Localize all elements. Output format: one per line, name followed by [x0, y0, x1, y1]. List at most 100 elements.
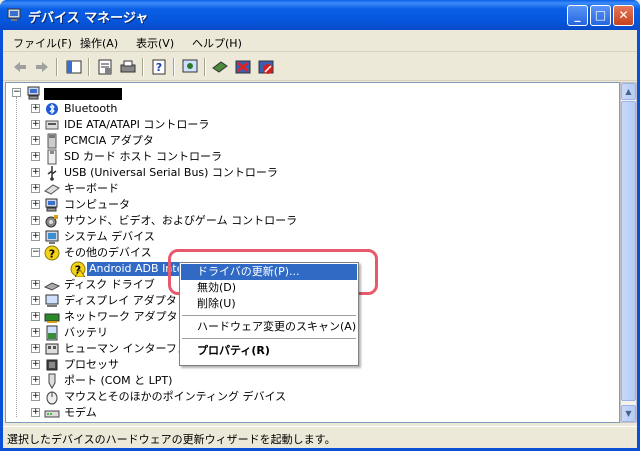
- expand-toggle[interactable]: +: [31, 360, 40, 369]
- tree-item-label: プロセッサ: [64, 358, 119, 371]
- sd-card-icon: [47, 149, 57, 165]
- battery-icon: [46, 325, 58, 341]
- tree-category-item[interactable]: + システム デバイス: [6, 229, 606, 245]
- bluetooth-icon: [46, 103, 58, 115]
- device-manager-window: デバイス マネージャ _ □ ✕ ファイル(F) 操作(A) 表示(V) ヘルプ…: [0, 0, 640, 451]
- tree-category-item[interactable]: + コンピュータ: [6, 197, 606, 213]
- menu-file[interactable]: ファイル(F): [13, 35, 72, 51]
- tree-category-item[interactable]: + ポート (COM と LPT): [6, 373, 606, 389]
- ctx-properties[interactable]: プロパティ(R): [181, 343, 357, 359]
- tree-category-item[interactable]: + キーボード: [6, 181, 606, 197]
- tree-item-label: コンピュータ: [64, 198, 130, 211]
- computer-icon: [27, 86, 40, 100]
- tree-item-label: PCMCIA アダプタ: [64, 134, 154, 147]
- menu-view[interactable]: 表示(V): [136, 35, 174, 51]
- minimize-button[interactable]: _: [567, 5, 588, 26]
- tree-item-label: モデム: [64, 406, 97, 419]
- tree-item-label: キーボード: [64, 182, 119, 195]
- tree-item-label: ネットワーク アダプタ: [64, 310, 178, 323]
- ctx-separator: [182, 338, 356, 339]
- tree-item-label: バッテリ: [64, 326, 108, 339]
- close-button[interactable]: ✕: [613, 5, 634, 26]
- pcmcia-icon: [47, 133, 57, 149]
- tree-item-label: ポート (COM と LPT): [64, 374, 173, 387]
- tree-category-item[interactable]: + USB (Universal Serial Bus) コントローラ: [6, 165, 606, 181]
- vertical-scrollbar[interactable]: ▲ ▼: [620, 82, 637, 423]
- disk-drive-icon: [44, 282, 60, 291]
- expand-toggle[interactable]: +: [31, 184, 40, 193]
- expand-toggle[interactable]: +: [31, 232, 40, 241]
- hid-icon: [45, 343, 59, 355]
- maximize-button[interactable]: □: [590, 5, 611, 26]
- help-icon[interactable]: ?: [150, 58, 168, 76]
- ctx-update-driver[interactable]: ドライバの更新(P)...: [181, 264, 357, 280]
- expand-toggle[interactable]: +: [31, 280, 40, 289]
- mouse-icon: [46, 391, 58, 405]
- tree-category-item[interactable]: + IDE ATA/ATAPI コントローラ: [6, 117, 606, 133]
- properties-icon[interactable]: [96, 58, 114, 76]
- redacted-computer-name: [44, 88, 122, 100]
- scroll-thumb[interactable]: [621, 101, 636, 401]
- menu-action[interactable]: 操作(A): [80, 35, 118, 51]
- menu-help[interactable]: ヘルプ(H): [192, 35, 242, 51]
- toolbar-separator: [56, 58, 57, 76]
- tree-item-label: サウンド、ビデオ、およびゲーム コントローラ: [64, 214, 298, 227]
- toolbar-separator: [204, 58, 205, 76]
- expand-toggle[interactable]: +: [31, 200, 40, 209]
- expand-toggle[interactable]: +: [31, 312, 40, 321]
- tree-root[interactable]: −: [6, 85, 306, 101]
- processor-icon: [46, 359, 58, 371]
- tree-category-item[interactable]: + Bluetooth: [6, 101, 606, 117]
- expand-toggle[interactable]: +: [31, 168, 40, 177]
- scroll-up-arrow[interactable]: ▲: [621, 83, 636, 100]
- ctx-scan-hardware[interactable]: ハードウェア変更のスキャン(A): [181, 319, 357, 335]
- system-icon: [45, 230, 59, 244]
- port-icon: [48, 373, 56, 389]
- expand-toggle[interactable]: +: [31, 152, 40, 161]
- expand-toggle[interactable]: +: [31, 216, 40, 225]
- toolbar-separator: [142, 58, 143, 76]
- title-bar[interactable]: デバイス マネージャ _ □ ✕: [0, 0, 640, 30]
- scan-hardware-icon[interactable]: [181, 58, 199, 76]
- computer-icon: [45, 198, 58, 212]
- console-tree-icon[interactable]: [65, 58, 83, 76]
- update-driver-icon[interactable]: [211, 58, 229, 76]
- tree-category-item[interactable]: + SD カード ホスト コントローラ: [6, 149, 606, 165]
- expand-toggle[interactable]: +: [31, 120, 40, 129]
- tree-item-label: ディスプレイ アダプタ: [64, 294, 177, 307]
- toolbar-separator: [88, 58, 89, 76]
- svg-text:?: ?: [49, 248, 55, 261]
- expand-toggle[interactable]: +: [31, 104, 40, 113]
- expand-toggle[interactable]: +: [31, 392, 40, 401]
- collapse-toggle[interactable]: −: [12, 88, 21, 97]
- tree-item-label: Bluetooth: [64, 102, 118, 115]
- tree-item-label: IDE ATA/ATAPI コントローラ: [64, 118, 210, 131]
- menu-bar: ファイル(F) 操作(A) 表示(V) ヘルプ(H): [3, 30, 637, 52]
- back-icon[interactable]: [11, 58, 29, 76]
- disable-icon[interactable]: [257, 58, 275, 76]
- collapse-toggle[interactable]: −: [31, 248, 40, 257]
- ctx-disable[interactable]: 無効(D): [181, 280, 357, 296]
- scroll-down-arrow[interactable]: ▼: [621, 405, 636, 422]
- unknown-device-icon: ?: [44, 245, 60, 261]
- network-adapter-icon: [44, 313, 60, 323]
- expand-toggle[interactable]: +: [31, 344, 40, 353]
- svg-text:?: ?: [156, 61, 162, 74]
- tree-category-item[interactable]: + サウンド、ビデオ、およびゲーム コントローラ: [6, 213, 606, 229]
- tree-category-item[interactable]: + PCMCIA アダプタ: [6, 133, 606, 149]
- expand-toggle[interactable]: +: [31, 136, 40, 145]
- expand-toggle[interactable]: +: [31, 328, 40, 337]
- display-adapter-icon: [45, 294, 59, 307]
- tree-item-label: ディスク ドライブ: [64, 278, 155, 291]
- uninstall-icon[interactable]: [234, 58, 252, 76]
- print-icon[interactable]: [119, 58, 137, 76]
- forward-icon[interactable]: [33, 58, 51, 76]
- window-title: デバイス マネージャ: [28, 11, 149, 26]
- ctx-uninstall[interactable]: 削除(U): [181, 296, 357, 312]
- tree-category-item[interactable]: + マウスとそのほかのポインティング デバイス: [6, 389, 606, 405]
- expand-toggle[interactable]: +: [31, 408, 40, 417]
- expand-toggle[interactable]: +: [31, 296, 40, 305]
- expand-toggle[interactable]: +: [31, 376, 40, 385]
- tree-item-label: マウスとそのほかのポインティング デバイス: [64, 390, 287, 403]
- tree-category-item[interactable]: + モデム: [6, 405, 606, 421]
